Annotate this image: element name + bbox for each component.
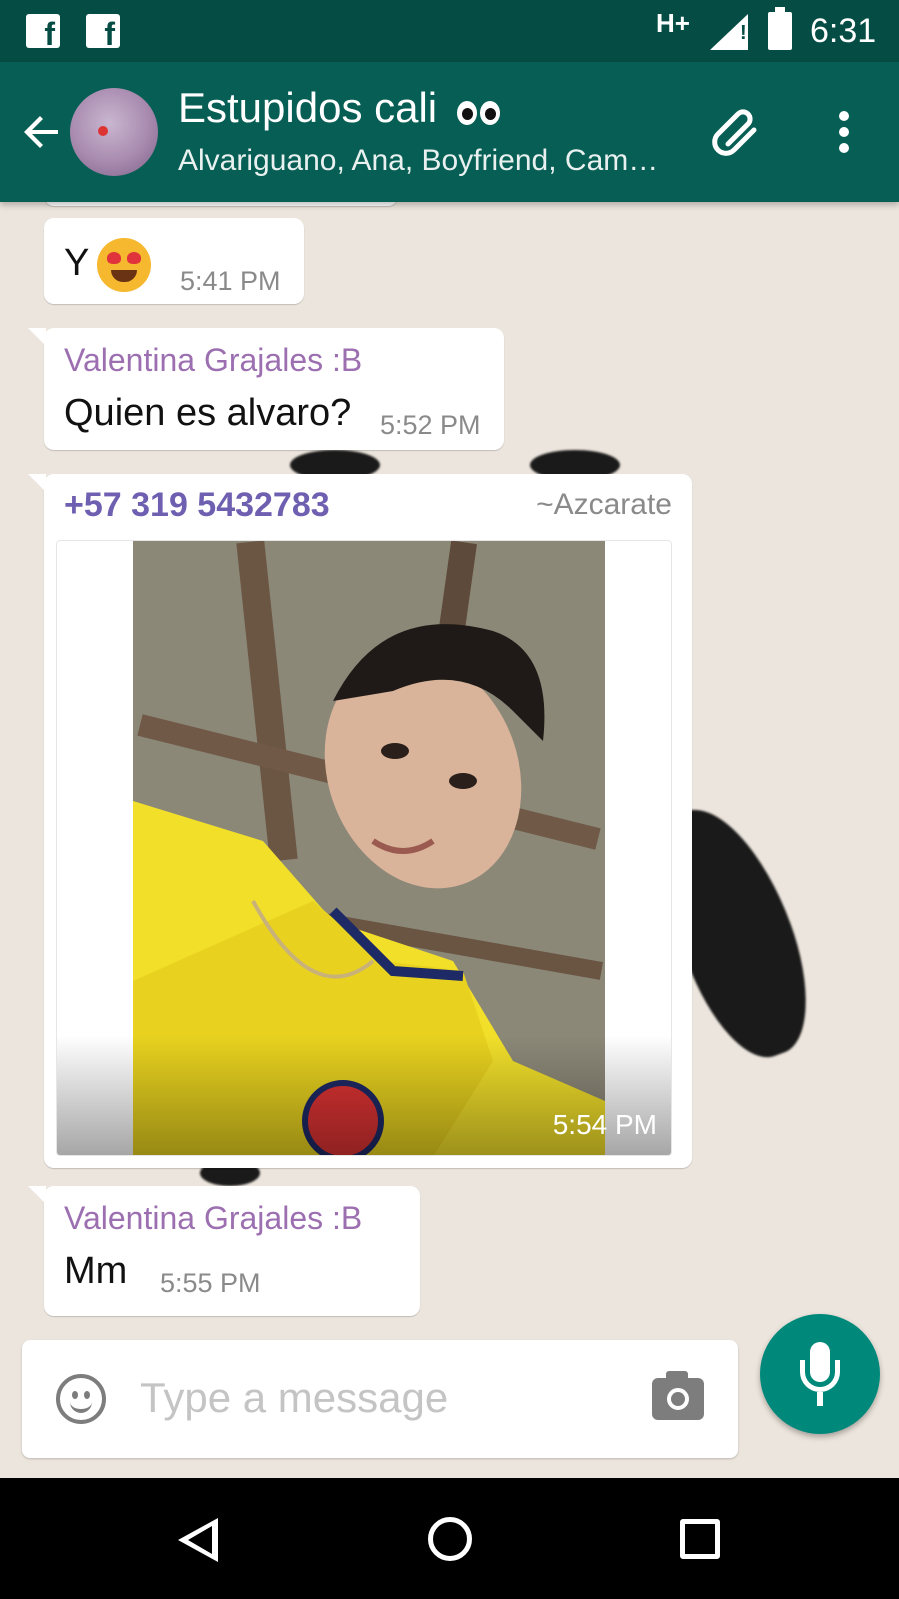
message-time: 5:41 PM <box>180 266 281 296</box>
chat-title[interactable]: Estupidos cali <box>178 84 503 135</box>
system-nav-bar <box>0 1478 899 1599</box>
clock: 6:31 <box>810 12 877 50</box>
nav-back-icon[interactable] <box>178 1518 218 1562</box>
image-thumbnail[interactable]: 5:54 PM <box>56 540 672 1156</box>
mic-button[interactable] <box>760 1314 880 1434</box>
nav-home-icon[interactable] <box>428 1517 472 1561</box>
back-arrow-icon[interactable] <box>18 108 66 156</box>
message-input[interactable] <box>140 1368 620 1428</box>
message-list[interactable]: Y 5:41 PM Valentina Grajales :B Quien es… <box>0 202 899 1328</box>
facebook-icon: f <box>26 14 60 50</box>
message-bubble[interactable]: Valentina Grajales :B Quien es alvaro? 5… <box>28 328 504 450</box>
message-text: Mm <box>64 1250 128 1292</box>
message-text: Y <box>64 238 152 292</box>
message-input-container[interactable] <box>22 1340 738 1458</box>
attach-paperclip-icon[interactable] <box>708 104 768 164</box>
overflow-menu-icon[interactable] <box>826 106 862 158</box>
nav-recents-icon[interactable] <box>680 1519 720 1559</box>
sender-name[interactable]: Valentina Grajales :B <box>64 1200 362 1237</box>
emoji-icon[interactable] <box>56 1374 106 1424</box>
facebook-icon: f <box>86 14 120 50</box>
camera-icon[interactable] <box>652 1371 704 1420</box>
message-time: 5:52 PM <box>380 410 481 440</box>
mic-icon-stem <box>817 1392 823 1406</box>
network-type: H+ <box>656 8 690 38</box>
chat-header: Estupidos cali Alvariguano, Ana, Boyfrie… <box>0 62 899 202</box>
message-text: Quien es alvaro? <box>64 392 352 434</box>
signal-alert-icon: ! <box>740 22 747 44</box>
group-avatar[interactable] <box>70 88 158 176</box>
mic-icon-cup <box>800 1360 840 1392</box>
heart-eyes-emoji-icon <box>97 238 152 292</box>
battery-icon <box>768 7 792 50</box>
message-bubble[interactable]: Valentina Grajales :B Mm 5:55 PM <box>28 1186 420 1316</box>
chat-title-text: Estupidos cali <box>178 84 438 131</box>
chat-participants[interactable]: Alvariguano, Ana, Boyfriend, Cam… <box>178 144 658 178</box>
message-bubble[interactable]: Y 5:41 PM <box>44 218 304 304</box>
sender-phone[interactable]: +57 319 5432783 <box>64 486 330 525</box>
compose-bar <box>0 1314 899 1478</box>
image-message-bubble[interactable]: +57 319 5432783 ~Azcarate 5:54 PM <box>28 474 692 1168</box>
sender-alias: ~Azcarate <box>536 488 672 521</box>
message-time: 5:55 PM <box>160 1268 261 1298</box>
sender-name[interactable]: Valentina Grajales :B <box>64 342 362 379</box>
status-bar: f f H+ ! 6:31 <box>0 0 899 62</box>
message-time: 5:54 PM <box>552 1109 657 1140</box>
eyes-emoji-icon <box>456 87 503 135</box>
message-bubble-partial[interactable] <box>44 202 398 206</box>
